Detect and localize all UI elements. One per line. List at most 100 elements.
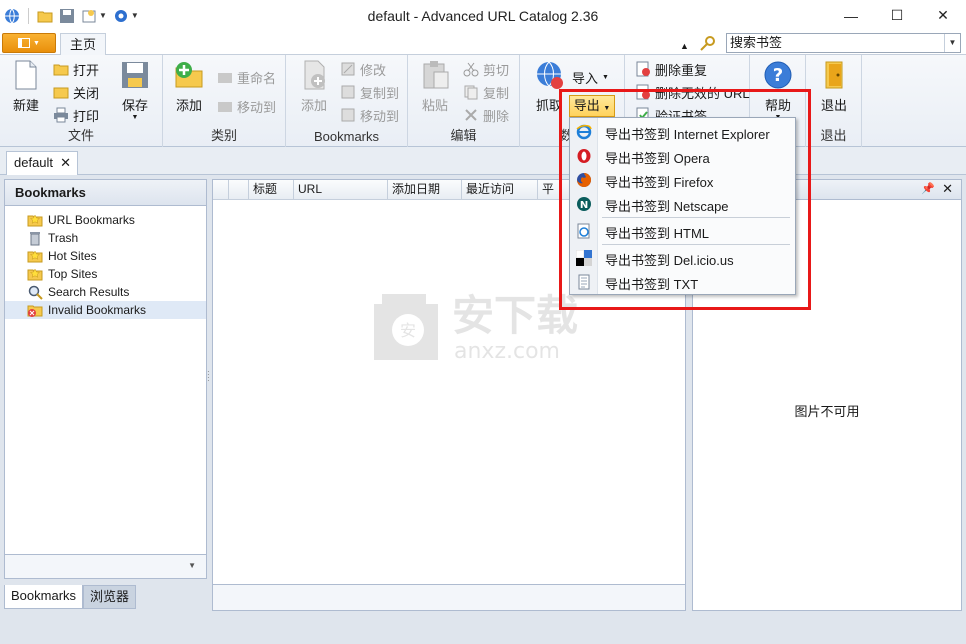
save-disk-icon: [119, 59, 151, 91]
separator: [28, 7, 29, 24]
copy-label: 复制: [483, 85, 510, 101]
ribbon: 新建 打开 关闭 打印 保存 ▼ 文件 添加 重命名 移动到 类别 添加 修改 …: [0, 55, 966, 147]
export-ie-menu-item[interactable]: 导出书签到 Internet Explorer: [570, 121, 795, 143]
column-header-title[interactable]: 标题: [249, 180, 294, 199]
close-button[interactable]: ✕: [920, 0, 966, 31]
column-header-flag[interactable]: [229, 180, 249, 199]
tree-item-hot-sites[interactable]: Hot Sites: [5, 247, 206, 265]
save-button[interactable]: 保存 ▼: [113, 59, 157, 122]
exit-label: 退出: [820, 98, 847, 113]
cut-button[interactable]: 剪切: [463, 59, 509, 79]
search-key-icon[interactable]: [699, 36, 715, 55]
rename-category-button[interactable]: 重命名: [217, 67, 276, 87]
document-tab-label: default: [14, 155, 54, 170]
ribbon-right-icons: ▲: [680, 36, 715, 55]
pin-icon[interactable]: 📌: [921, 182, 935, 195]
html-icon: [576, 223, 592, 239]
menu-item-label: 导出书签到 Firefox: [605, 175, 714, 190]
open-button[interactable]: 打开: [53, 59, 99, 79]
search-input[interactable]: 搜索书签 ▼: [726, 33, 961, 53]
search-icon: [27, 284, 43, 300]
left-bottom-tabs: Bookmarks 浏览器: [4, 585, 137, 609]
menu-item-label: 导出书签到 HTML: [605, 226, 710, 241]
print-button[interactable]: 打印: [53, 105, 99, 125]
move-category-button[interactable]: 移动到: [217, 96, 276, 116]
column-header-icon[interactable]: [213, 180, 229, 199]
star-folder-icon: [27, 212, 43, 228]
edit-bookmark-button[interactable]: 修改: [340, 59, 386, 79]
delete-duplicates-button[interactable]: 删除重复: [635, 59, 707, 79]
app-menu-icon: [18, 38, 31, 48]
tab-bookmarks[interactable]: Bookmarks: [4, 585, 84, 609]
menu-item-label: 导出书签到 Del.icio.us: [605, 253, 734, 268]
move-icon: [217, 98, 233, 114]
rename-icon: [217, 69, 233, 85]
chevron-down-icon[interactable]: ▼: [99, 11, 107, 20]
export-button[interactable]: 导出 ▼: [569, 95, 615, 117]
document-tab-default[interactable]: default ✕: [6, 151, 78, 175]
delete-button[interactable]: 删除: [463, 105, 509, 125]
chevron-down-icon[interactable]: ▼: [131, 11, 139, 20]
add-category-button[interactable]: 添加: [167, 59, 211, 114]
column-header-date-added[interactable]: 添加日期: [388, 180, 462, 199]
help-button[interactable]: ? 帮助 ▼: [756, 59, 800, 122]
copy-button[interactable]: 复制: [463, 82, 509, 102]
delete-invalid-icon: [635, 84, 651, 100]
tree-item-label: URL Bookmarks: [48, 213, 135, 227]
menu-item-label: 导出书签到 Internet Explorer: [605, 127, 770, 142]
save-icon[interactable]: [59, 8, 75, 24]
export-opera-menu-item[interactable]: 导出书签到 Opera: [570, 145, 795, 167]
move-to-label: 移动到: [237, 99, 277, 115]
export-firefox-menu-item[interactable]: 导出书签到 Firefox: [570, 169, 795, 191]
opera-icon: [576, 148, 592, 164]
add-bookmark-button[interactable]: 添加: [292, 59, 336, 114]
tree-item-top-sites[interactable]: Top Sites: [5, 265, 206, 283]
firefox-icon: [576, 172, 592, 188]
move-bookmark-button[interactable]: 移动到: [340, 105, 399, 125]
tab-home[interactable]: 主页: [60, 33, 106, 56]
column-header-rating[interactable]: 平: [538, 180, 568, 199]
tree-item-trash[interactable]: Trash: [5, 229, 206, 247]
tab-browser[interactable]: 浏览器: [83, 585, 137, 609]
tree-item-invalid-bookmarks[interactable]: Invalid Bookmarks: [5, 301, 206, 319]
chevron-down-icon: ▼: [602, 73, 609, 81]
export-txt-menu-item[interactable]: 导出书签到 TXT: [570, 271, 795, 293]
collapse-ribbon-icon[interactable]: ▲: [680, 41, 689, 51]
new-button[interactable]: 新建: [4, 59, 48, 114]
delete-invalid-button[interactable]: 删除无效的 URL: [635, 82, 750, 102]
app-menu-button[interactable]: ▼: [2, 33, 56, 53]
export-delicious-menu-item[interactable]: 导出书签到 Del.icio.us: [570, 247, 795, 269]
close-pane-icon[interactable]: ✕: [942, 181, 953, 197]
chevron-down-icon[interactable]: ▼: [944, 34, 960, 52]
tree-item-url-bookmarks[interactable]: URL Bookmarks: [5, 211, 206, 229]
tree-item-label: Trash: [48, 231, 79, 245]
pane-splitter[interactable]: · · · ·: [207, 368, 210, 385]
move-to-icon: [340, 107, 356, 123]
grab-button[interactable]: 抓取: [527, 59, 571, 114]
window-title: default - Advanced URL Catalog 2.36: [367, 8, 599, 24]
properties-icon[interactable]: [81, 8, 97, 24]
column-header-last-visit[interactable]: 最近访问: [462, 180, 538, 199]
close-file-button[interactable]: 关闭: [53, 82, 99, 102]
group-exit-label: 退出: [820, 128, 847, 143]
bookmarks-tree-pane: Bookmarks URL Bookmarks Trash Hot Sites …: [4, 179, 207, 579]
tree-item-search-results[interactable]: Search Results: [5, 283, 206, 301]
delete-label: 删除: [483, 108, 510, 124]
paste-button[interactable]: 粘贴: [413, 59, 457, 114]
settings-gear-icon[interactable]: [113, 8, 129, 24]
chevron-down-icon[interactable]: ▼: [188, 561, 196, 570]
tree-pane-footer: ▼: [5, 554, 206, 578]
minimize-button[interactable]: —: [828, 0, 874, 31]
column-header-url[interactable]: URL: [294, 180, 388, 199]
add-category-label: 添加: [175, 98, 202, 113]
maximize-button[interactable]: ☐: [874, 0, 920, 31]
close-tab-icon[interactable]: ✕: [60, 152, 71, 174]
exit-button[interactable]: 退出: [812, 59, 856, 114]
copy-bookmark-button[interactable]: 复制到: [340, 82, 399, 102]
scissors-icon: [463, 61, 479, 77]
export-menu: 导出书签到 Internet Explorer 导出书签到 Opera 导出书签…: [569, 117, 796, 295]
export-html-menu-item[interactable]: 导出书签到 HTML: [570, 220, 795, 242]
import-button[interactable]: 导入 ▼: [572, 67, 609, 87]
open-folder-icon[interactable]: [37, 8, 53, 24]
export-netscape-menu-item[interactable]: N 导出书签到 Netscape: [570, 193, 795, 215]
